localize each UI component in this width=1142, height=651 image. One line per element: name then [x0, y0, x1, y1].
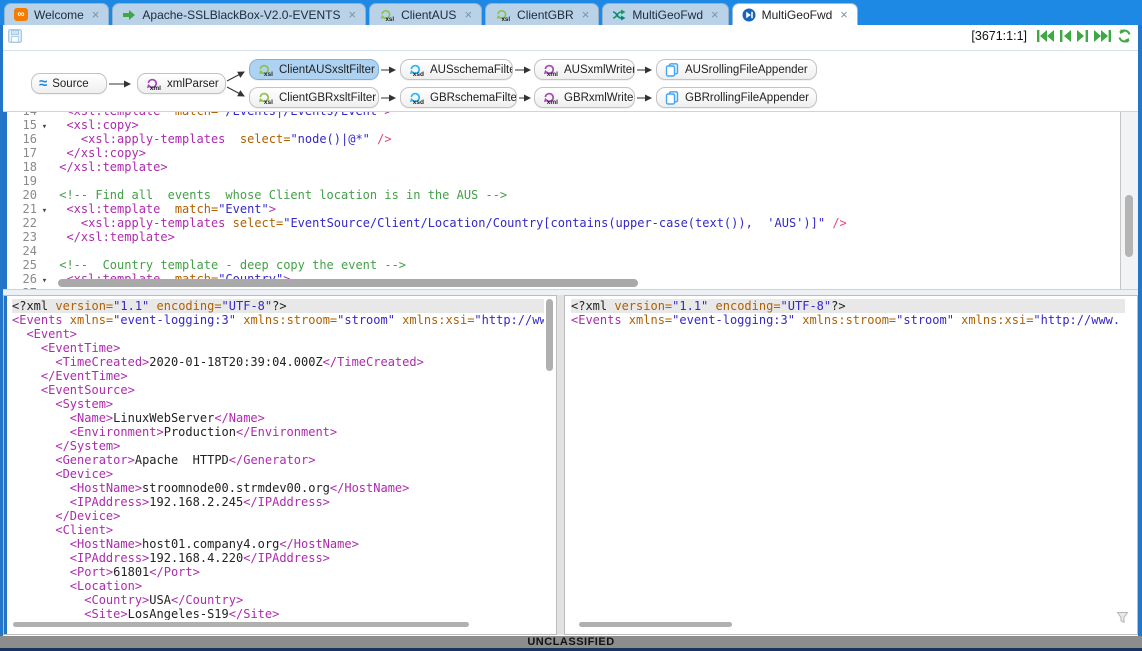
editor-horizontal-scrollbar[interactable]: [58, 279, 638, 287]
stepping-toolbar: [3671:1:1]: [3, 25, 1138, 50]
file-appender-icon: [664, 91, 680, 105]
pipeline-element-gbrrollingfileappender[interactable]: GBRrollingFileAppender: [656, 87, 817, 108]
pipeline-element-clientausxsltfilter[interactable]: xsl ClientAUSxsltFilter: [249, 59, 379, 80]
svg-text:xsl: xsl: [264, 99, 273, 105]
close-icon[interactable]: ×: [582, 8, 590, 21]
stepping-controls: [3671:1:1]: [971, 29, 1132, 43]
output-pane[interactable]: <?xml version="1.1" encoding="UTF-8"?><E…: [564, 295, 1138, 635]
pipeline-element-ausxmlwriter[interactable]: xml AUSxmlWriter: [534, 59, 635, 80]
tab-clientaus[interactable]: xsl ClientAUS ×: [369, 3, 482, 25]
pipeline-element-ausrollingfileappender[interactable]: AUSrollingFileAppender: [656, 59, 817, 80]
tab-label: ClientGBR: [517, 8, 574, 22]
element-label: xmlParser: [167, 78, 219, 90]
tab-label: MultiGeoFwd: [632, 8, 703, 22]
output-horizontal-scrollbar[interactable]: [579, 622, 732, 627]
xsl-icon: xsl: [257, 91, 274, 105]
file-appender-icon: [664, 63, 680, 77]
tab-bar: ∞ Welcome × Apache-SSLBlackBox-V2.0-EVEN…: [0, 0, 1142, 25]
step-first-button[interactable]: [1037, 30, 1054, 42]
element-label: AUSxmlWriter: [564, 64, 635, 76]
filter-icon[interactable]: [1116, 611, 1129, 629]
svg-text:xml: xml: [547, 71, 558, 77]
close-icon[interactable]: ×: [464, 8, 472, 21]
source-icon: ≈: [39, 76, 47, 91]
window-frame-left: [0, 25, 3, 648]
input-vertical-scrollbar[interactable]: [546, 299, 553, 371]
tab-clientgbr[interactable]: xsl ClientGBR ×: [485, 3, 599, 25]
svg-text:xsl: xsl: [264, 71, 273, 77]
xml-icon: xml: [145, 77, 162, 91]
xsl-icon: xsl: [257, 63, 274, 77]
svg-text:xml: xml: [547, 99, 558, 105]
element-label: ClientGBRxsltFilter: [279, 92, 376, 104]
element-label: ClientAUSxsltFilter: [279, 64, 375, 76]
xml-icon: xml: [542, 91, 559, 105]
input-horizontal-scrollbar[interactable]: [13, 622, 469, 627]
pipeline-element-clientgbrxsltfilter[interactable]: xsl ClientGBRxsltFilter: [249, 87, 379, 108]
stepping-data-panes: <?xml version="1.1" encoding="UTF-8"?><E…: [3, 295, 1138, 635]
element-label: GBRschemaFilter: [430, 92, 517, 104]
xsd-icon: xsd: [408, 91, 425, 105]
output-xml[interactable]: <?xml version="1.1" encoding="UTF-8"?><E…: [571, 299, 1125, 620]
xslt-icon: xsl: [379, 8, 395, 22]
element-label: AUSschemaFilte: [430, 64, 513, 76]
close-icon[interactable]: ×: [348, 8, 356, 21]
classification-banner: UNCLASSIFIED: [0, 636, 1142, 648]
svg-text:xsl: xsl: [386, 15, 395, 21]
pipeline-element-gbrxmlwriter[interactable]: xml GBRxmlWriter: [534, 87, 635, 108]
feed-icon: [122, 9, 136, 21]
tab-label: MultiGeoFwd: [762, 8, 833, 22]
refresh-icon[interactable]: [1117, 29, 1132, 43]
window-frame-right: [1138, 25, 1142, 648]
stroom-window: ∞ Welcome × Apache-SSLBlackBox-V2.0-EVEN…: [0, 0, 1142, 651]
stroom-logo-icon: ∞: [14, 8, 28, 21]
editor-code[interactable]: 14 <xsl:template match="/Events|/Events/…: [7, 112, 1119, 289]
tab-apache-events[interactable]: Apache-SSLBlackBox-V2.0-EVENTS ×: [112, 3, 366, 25]
element-label: AUSrollingFileAppender: [685, 64, 808, 76]
close-icon[interactable]: ×: [92, 8, 100, 21]
pipeline-panel: ≈ Source xml xmlParser xsl ClientAUSxslt…: [3, 50, 1138, 112]
record-position: [3671:1:1]: [971, 29, 1027, 43]
svg-text:xsd: xsd: [413, 99, 424, 105]
xslt-icon: xsl: [495, 8, 511, 22]
tab-welcome[interactable]: ∞ Welcome ×: [4, 3, 109, 25]
svg-text:xsl: xsl: [501, 15, 510, 21]
xslt-editor[interactable]: 14 <xsl:template match="/Events|/Events/…: [3, 112, 1138, 289]
close-icon[interactable]: ×: [840, 8, 848, 21]
tab-multigeofwd-pipeline[interactable]: MultiGeoFwd ×: [602, 3, 728, 25]
pipeline-icon: [612, 9, 626, 21]
pipeline-element-gbrschemafilter[interactable]: xsd GBRschemaFilter: [400, 87, 517, 108]
svg-text:xml: xml: [150, 85, 161, 91]
pipeline-element-ausschemafilter[interactable]: xsd AUSschemaFilte: [400, 59, 513, 80]
pipeline-element-xmlparser[interactable]: xml xmlParser: [137, 73, 226, 94]
tab-multigeofwd-stepping[interactable]: MultiGeoFwd ×: [732, 3, 858, 25]
input-pane[interactable]: <?xml version="1.1" encoding="UTF-8"?><E…: [3, 295, 557, 635]
stepping-icon: [742, 8, 756, 22]
svg-text:xsd: xsd: [413, 71, 424, 77]
tab-label: Apache-SSLBlackBox-V2.0-EVENTS: [142, 8, 340, 22]
element-label: Source: [52, 78, 88, 90]
element-label: GBRrollingFileAppender: [685, 92, 809, 104]
step-last-button[interactable]: [1094, 30, 1111, 42]
xml-icon: xml: [542, 63, 559, 77]
element-label: GBRxmlWriter: [564, 92, 635, 104]
close-icon[interactable]: ×: [711, 8, 719, 21]
editor-vertical-scrollbar[interactable]: [1125, 195, 1133, 257]
save-icon[interactable]: [8, 29, 22, 48]
editor-vertical-scrollbar-track[interactable]: [1120, 112, 1138, 289]
step-forward-button[interactable]: [1077, 30, 1088, 42]
pipeline-element-source[interactable]: ≈ Source: [31, 73, 107, 94]
tab-label: ClientAUS: [401, 8, 456, 22]
input-xml[interactable]: <?xml version="1.1" encoding="UTF-8"?><E…: [12, 299, 544, 620]
tab-label: Welcome: [34, 8, 84, 22]
step-backward-button[interactable]: [1060, 30, 1071, 42]
xsd-icon: xsd: [408, 63, 425, 77]
